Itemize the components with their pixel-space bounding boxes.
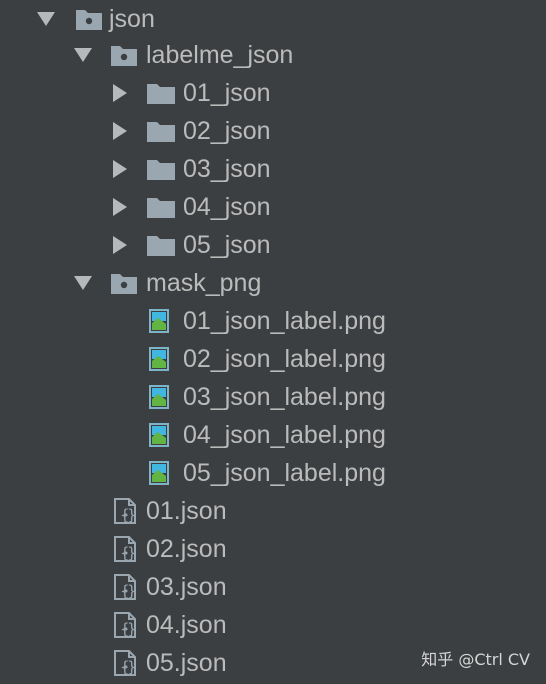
svg-text:}: } bbox=[127, 620, 137, 638]
expanded-arrow-icon[interactable] bbox=[74, 48, 92, 62]
json-file-icon: { } bbox=[114, 498, 137, 524]
collapsed-arrow-icon[interactable] bbox=[113, 236, 127, 254]
json-file-icon: { } bbox=[114, 650, 137, 676]
tree-node-label: 02_json_label.png bbox=[183, 345, 386, 373]
tree-node-mask-png[interactable]: mask_png bbox=[0, 264, 546, 302]
tree-node-label: 03_json bbox=[183, 155, 271, 183]
collapsed-arrow-icon[interactable] bbox=[113, 160, 127, 178]
json-file-icon: { } bbox=[114, 574, 137, 600]
tree-node-02-json-file[interactable]: { } 02.json bbox=[0, 530, 546, 568]
folder-icon bbox=[147, 160, 175, 180]
image-file-icon bbox=[149, 423, 169, 447]
tree-node-02-json-label-png[interactable]: 02_json_label.png bbox=[0, 340, 546, 378]
tree-node-label: 01.json bbox=[146, 497, 227, 525]
project-tree: json labelme_json 01_json 02_json 03_jso… bbox=[0, 0, 546, 684]
tree-node-01-json-label-png[interactable]: 01_json_label.png bbox=[0, 302, 546, 340]
tree-node-label: 02.json bbox=[146, 535, 227, 563]
svg-text:}: } bbox=[127, 658, 137, 676]
svg-text:}: } bbox=[127, 544, 137, 562]
tree-node-json[interactable]: json bbox=[0, 0, 546, 38]
tree-node-labelme-json[interactable]: labelme_json bbox=[0, 36, 546, 74]
tree-node-label: 04_json_label.png bbox=[183, 421, 386, 449]
tree-node-01-json-folder[interactable]: 01_json bbox=[0, 74, 546, 112]
tree-node-01-json-file[interactable]: { } 01.json bbox=[0, 492, 546, 530]
tree-node-02-json-folder[interactable]: 02_json bbox=[0, 112, 546, 150]
collapsed-arrow-icon[interactable] bbox=[113, 84, 127, 102]
tree-node-label: 03.json bbox=[146, 573, 227, 601]
expanded-arrow-icon[interactable] bbox=[37, 12, 55, 26]
folder-icon bbox=[147, 198, 175, 218]
tree-node-label: 05.json bbox=[146, 649, 227, 677]
watermark: 知乎 @Ctrl CV bbox=[421, 650, 530, 669]
package-folder-icon bbox=[76, 10, 102, 30]
image-file-icon bbox=[149, 385, 169, 409]
folder-icon bbox=[147, 236, 175, 256]
image-file-icon bbox=[149, 347, 169, 371]
expanded-arrow-icon[interactable] bbox=[74, 276, 92, 290]
svg-text:}: } bbox=[127, 582, 137, 600]
folder-icon bbox=[147, 84, 175, 104]
tree-node-04-json-label-png[interactable]: 04_json_label.png bbox=[0, 416, 546, 454]
collapsed-arrow-icon[interactable] bbox=[113, 198, 127, 216]
json-file-icon: { } bbox=[114, 612, 137, 638]
tree-node-03-json-label-png[interactable]: 03_json_label.png bbox=[0, 378, 546, 416]
folder-icon bbox=[147, 122, 175, 142]
tree-node-03-json-file[interactable]: { } 03.json bbox=[0, 568, 546, 606]
tree-node-04-json-file[interactable]: { } 04.json bbox=[0, 606, 546, 644]
json-file-icon: { } bbox=[114, 536, 137, 562]
package-folder-icon bbox=[111, 46, 137, 66]
tree-node-label: 01_json bbox=[183, 79, 271, 107]
image-file-icon bbox=[149, 461, 169, 485]
collapsed-arrow-icon[interactable] bbox=[113, 122, 127, 140]
tree-node-03-json-folder[interactable]: 03_json bbox=[0, 150, 546, 188]
image-file-icon bbox=[149, 309, 169, 333]
tree-node-label: 05_json_label.png bbox=[183, 459, 386, 487]
tree-node-label: 01_json_label.png bbox=[183, 307, 386, 335]
svg-text:}: } bbox=[127, 506, 137, 524]
package-folder-icon bbox=[111, 274, 137, 294]
tree-node-label: 02_json bbox=[183, 117, 271, 145]
tree-node-05-json-folder[interactable]: 05_json bbox=[0, 226, 546, 264]
tree-node-label: 04.json bbox=[146, 611, 227, 639]
tree-node-label: labelme_json bbox=[146, 41, 294, 69]
tree-node-label: 03_json_label.png bbox=[183, 383, 386, 411]
tree-node-04-json-folder[interactable]: 04_json bbox=[0, 188, 546, 226]
tree-node-label: 04_json bbox=[183, 193, 271, 221]
tree-node-label: 05_json bbox=[183, 231, 271, 259]
tree-node-05-json-label-png[interactable]: 05_json_label.png bbox=[0, 454, 546, 492]
tree-node-label: mask_png bbox=[146, 269, 262, 297]
tree-node-label: json bbox=[109, 5, 155, 33]
